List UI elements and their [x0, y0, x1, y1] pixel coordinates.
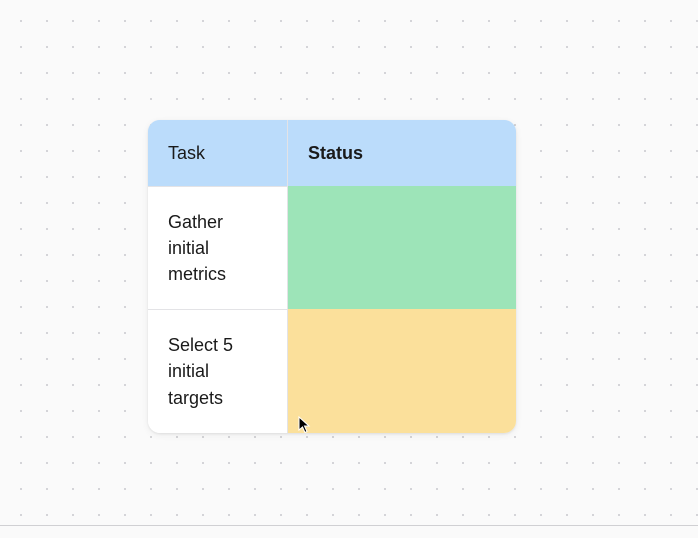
header-status[interactable]: Status	[288, 120, 516, 186]
table-row: Gather initial metrics	[148, 186, 516, 309]
table-header-row: Task Status	[148, 120, 516, 186]
task-cell[interactable]: Gather initial metrics	[148, 186, 288, 309]
task-status-table[interactable]: Task Status Gather initial metrics Selec…	[148, 120, 516, 433]
table-row: Select 5 initial targets	[148, 309, 516, 432]
status-cell[interactable]	[288, 186, 516, 309]
status-cell[interactable]	[288, 309, 516, 432]
header-task[interactable]: Task	[148, 120, 288, 186]
divider-line	[0, 525, 698, 526]
task-cell[interactable]: Select 5 initial targets	[148, 309, 288, 432]
